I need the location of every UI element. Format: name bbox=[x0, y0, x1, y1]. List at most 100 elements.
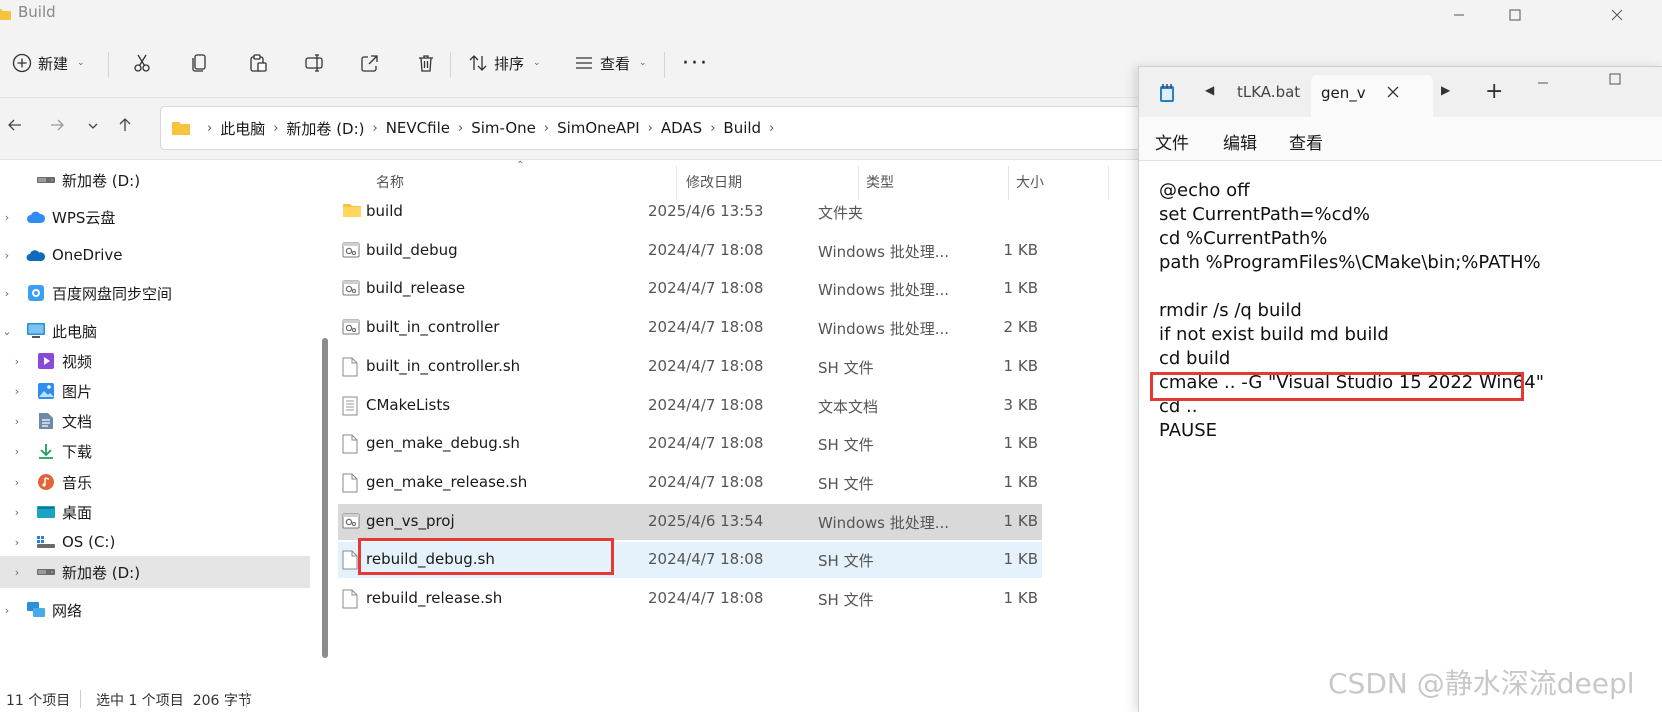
sidebar-item-desktop[interactable]: › 桌面 bbox=[0, 496, 310, 528]
file-row[interactable]: gen_vs_proj 2025/4/6 13:54 Windows 批处理... 1… bbox=[338, 503, 1042, 540]
column-divider[interactable] bbox=[1108, 166, 1109, 200]
sidebar-item-onedrive[interactable]: › OneDrive bbox=[0, 239, 310, 271]
notepad-maximize-button[interactable] bbox=[1609, 71, 1621, 89]
chevron-right-icon[interactable]: › bbox=[0, 249, 14, 262]
chevron-right-icon[interactable]: › bbox=[10, 506, 24, 519]
file-size: 1 KB bbox=[1003, 356, 1038, 375]
menu-file[interactable]: 文件 bbox=[1155, 129, 1189, 154]
chevron-right-icon[interactable]: › bbox=[10, 476, 24, 489]
sidebar-item-baidu[interactable]: › 百度网盘同步空间 bbox=[0, 277, 310, 309]
sidebar-item-drive[interactable]: 新加卷 (D:) bbox=[0, 164, 310, 196]
sidebar-item-network[interactable]: › 网络 bbox=[0, 594, 310, 626]
file-row[interactable]: build 2025/4/6 13:53 文件夹 bbox=[338, 194, 1042, 230]
chevron-right-icon[interactable]: › bbox=[10, 355, 24, 368]
column-header-type[interactable]: 类型 bbox=[866, 172, 894, 192]
paste-button[interactable] bbox=[248, 48, 268, 78]
close-tab-button[interactable] bbox=[1387, 84, 1399, 102]
breadcrumb-simoneapi[interactable]: SimOneAPI bbox=[557, 119, 640, 137]
close-button[interactable] bbox=[1594, 0, 1640, 30]
chevron-right-icon[interactable]: › bbox=[0, 211, 14, 224]
new-button[interactable]: 新建 ⌄ bbox=[12, 48, 85, 78]
breadcrumb-build[interactable]: Build bbox=[723, 119, 761, 137]
tab-scroll-right-button[interactable]: ▶ bbox=[1441, 83, 1450, 97]
file-row[interactable]: built_in_controller 2024/4/7 18:08 Windows… bbox=[338, 310, 1042, 346]
chevron-right-icon[interactable]: › bbox=[10, 536, 24, 549]
chevron-down-icon: ⌄ bbox=[639, 58, 647, 68]
address-bar[interactable]: › 此电脑 › 新加卷 (D:) › NEVCfile › Sim-One › … bbox=[160, 106, 1140, 150]
file-row[interactable]: build_debug 2024/4/7 18:08 Windows 批处理... 1… bbox=[338, 233, 1042, 269]
file-type: SH 文件 bbox=[818, 591, 874, 609]
file-name: gen_make_debug.sh bbox=[366, 434, 520, 453]
maximize-button[interactable] bbox=[1492, 0, 1538, 30]
sidebar-item-label: WPS云盘 bbox=[52, 208, 116, 227]
breadcrumb-nevcfile[interactable]: NEVCfile bbox=[386, 119, 450, 137]
breadcrumb-sim-one[interactable]: Sim-One bbox=[471, 119, 536, 137]
chevron-right-icon[interactable]: › bbox=[10, 445, 24, 458]
chevron-right-icon[interactable]: › bbox=[0, 604, 14, 617]
notepad-minimize-button[interactable] bbox=[1537, 75, 1549, 93]
column-header-name[interactable]: 名称 bbox=[376, 172, 404, 192]
view-button[interactable]: 查看 ⌄ bbox=[574, 48, 647, 78]
delete-button[interactable] bbox=[416, 48, 436, 78]
more-options-button[interactable]: ··· bbox=[682, 48, 709, 78]
tab-gen-vs-proj[interactable]: gen_v bbox=[1311, 75, 1433, 117]
file-row[interactable]: gen_make_debug.sh 2024/4/7 18:08 SH 文件 1 KB bbox=[338, 426, 1042, 462]
file-type: Windows 批处理... bbox=[818, 513, 950, 532]
chevron-right-icon: › bbox=[543, 120, 550, 136]
chevron-right-icon[interactable]: › bbox=[10, 566, 24, 579]
recent-locations-button[interactable] bbox=[78, 112, 108, 142]
sidebar-item-download[interactable]: › 下载 bbox=[0, 435, 310, 467]
sidebar-item-windows-drive[interactable]: › OS (C:) bbox=[0, 526, 310, 558]
chevron-right-icon[interactable]: › bbox=[10, 415, 24, 428]
sidebar-item-picture[interactable]: › 图片 bbox=[0, 375, 310, 407]
forward-button[interactable] bbox=[42, 112, 72, 142]
file-type: SH 文件 bbox=[818, 436, 874, 455]
file-type: Windows 批处理... bbox=[818, 320, 950, 339]
menu-edit[interactable]: 编辑 bbox=[1223, 129, 1257, 154]
column-header-size[interactable]: 大小 bbox=[1016, 172, 1044, 192]
file-size: 1 KB bbox=[1003, 550, 1038, 569]
sort-button[interactable]: 排序 ⌄ bbox=[468, 48, 541, 78]
chevron-right-icon: › bbox=[372, 120, 378, 136]
new-tab-button[interactable]: + bbox=[1485, 79, 1503, 104]
rename-button[interactable] bbox=[304, 48, 324, 78]
chevron-down-icon[interactable]: ⌄ bbox=[0, 325, 14, 338]
tab-scroll-left-button[interactable]: ◀ bbox=[1205, 83, 1214, 97]
sort-label: 排序 bbox=[494, 54, 525, 73]
share-button[interactable] bbox=[360, 48, 380, 78]
cut-button[interactable] bbox=[132, 48, 152, 78]
copy-button[interactable] bbox=[190, 48, 210, 78]
sidebar-item-pc[interactable]: ⌄ 此电脑 bbox=[0, 315, 310, 347]
annotation-highlight-cmake-line bbox=[1150, 372, 1524, 401]
breadcrumb-this-pc[interactable]: 此电脑 bbox=[220, 118, 265, 139]
file-row[interactable]: rebuild_release.sh 2024/4/7 18:08 SH 文件 1 K… bbox=[338, 581, 1042, 617]
file-row[interactable]: built_in_controller.sh 2024/4/7 18:08 SH 文… bbox=[338, 349, 1042, 385]
file-row[interactable]: CMakeLists 2024/4/7 18:08 文本文档 3 KB bbox=[338, 388, 1042, 424]
toolbar-divider bbox=[108, 52, 109, 78]
chevron-right-icon[interactable]: › bbox=[0, 287, 14, 300]
file-size: 1 KB bbox=[1003, 511, 1038, 530]
code-line: cd build bbox=[1159, 348, 1231, 369]
sidebar-item-label: 百度网盘同步空间 bbox=[52, 284, 173, 303]
sidebar-item-music[interactable]: › 音乐 bbox=[0, 466, 310, 498]
sidebar-item-drive[interactable]: › 新加卷 (D:) bbox=[0, 556, 310, 588]
back-button[interactable] bbox=[0, 112, 30, 142]
up-button[interactable] bbox=[110, 112, 140, 142]
notepad-editor[interactable]: @echo off set CurrentPath=%cd% cd %Current… bbox=[1159, 179, 1649, 443]
sidebar-item-video[interactable]: › 视频 bbox=[0, 345, 310, 377]
menu-view[interactable]: 查看 bbox=[1289, 129, 1323, 154]
text-file-icon bbox=[342, 396, 362, 416]
chevron-right-icon[interactable]: › bbox=[10, 385, 24, 398]
toolbar-divider bbox=[664, 52, 665, 78]
sidebar-item-document[interactable]: › 文档 bbox=[0, 405, 310, 437]
minimize-button[interactable] bbox=[1436, 0, 1482, 30]
breadcrumb-drive-d[interactable]: 新加卷 (D:) bbox=[286, 118, 364, 139]
tab-tlka-bat[interactable]: tLKA.bat bbox=[1237, 83, 1300, 101]
sidebar-item-cloud[interactable]: › WPS云盘 bbox=[0, 201, 310, 233]
breadcrumb-adas[interactable]: ADAS bbox=[661, 119, 702, 137]
column-header-date[interactable]: 修改日期 bbox=[686, 172, 742, 192]
file-row[interactable]: gen_make_release.sh 2024/4/7 18:08 SH 文件 1 … bbox=[338, 465, 1042, 501]
file-row[interactable]: build_release 2024/4/7 18:08 Windows 批处理..… bbox=[338, 271, 1042, 307]
sidebar-scrollbar-thumb[interactable] bbox=[322, 338, 328, 658]
chevron-right-icon: › bbox=[273, 120, 279, 136]
